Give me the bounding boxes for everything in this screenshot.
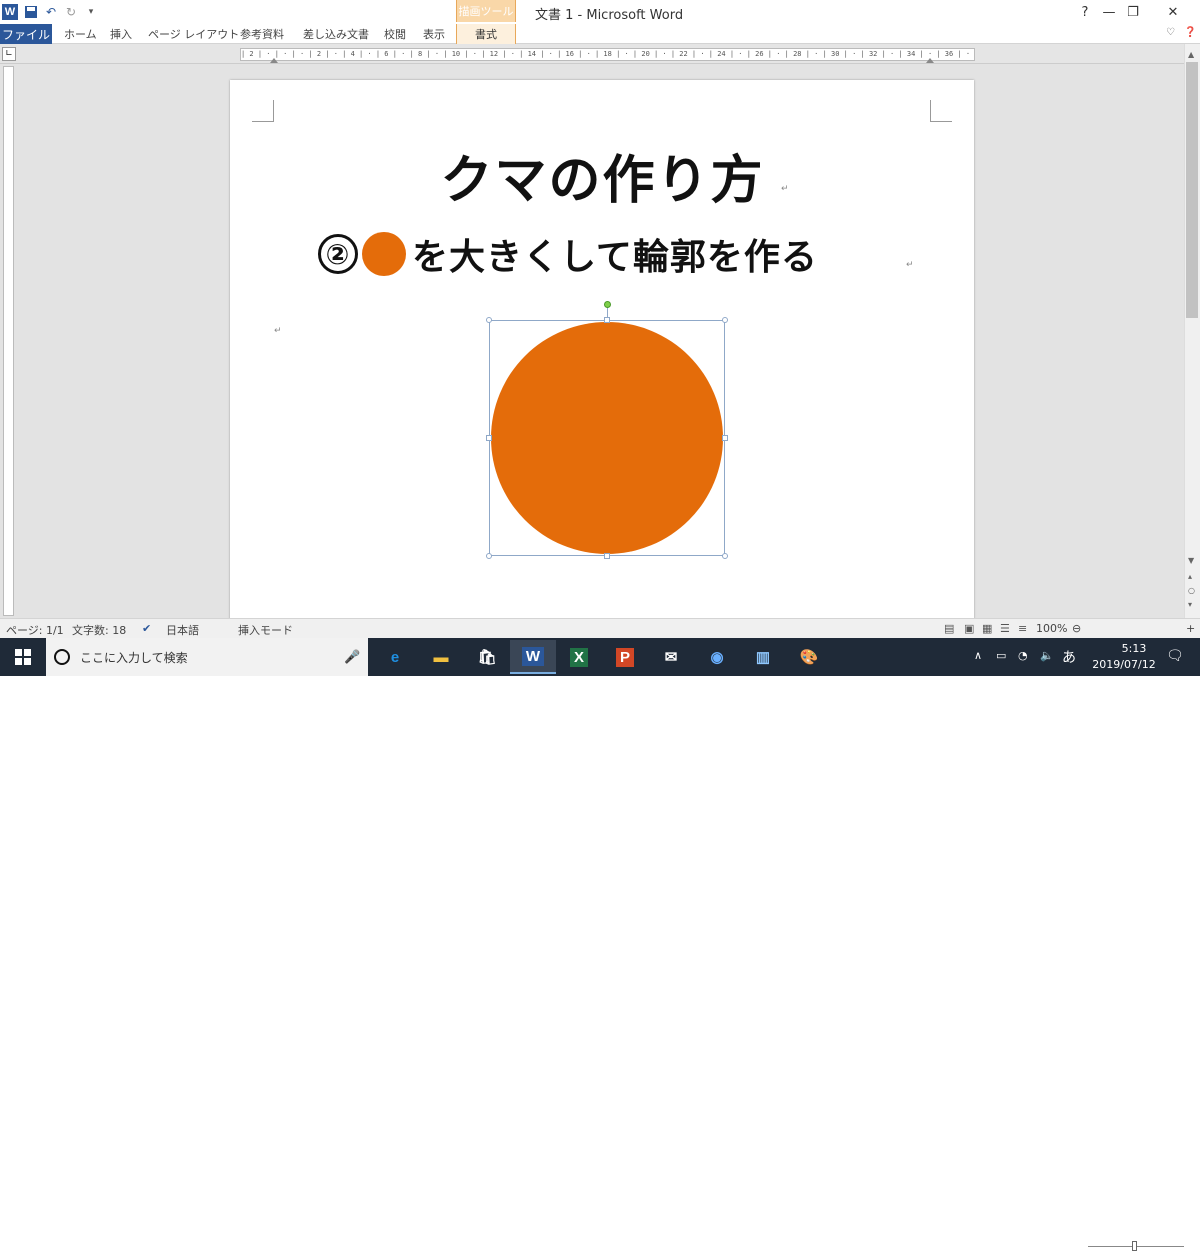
next-page-icon[interactable]: ▾ bbox=[1188, 600, 1192, 609]
zoom-out-button[interactable]: ⊖ bbox=[1072, 622, 1081, 635]
title-bar: W ↶ ↻ ▾ 描画ツール 文書 1 - Microsoft Word ? — … bbox=[0, 0, 1200, 24]
paragraph-mark: ↵ bbox=[906, 260, 914, 270]
resize-handle-left[interactable] bbox=[486, 435, 492, 441]
window-title: 文書 1 - Microsoft Word bbox=[535, 8, 684, 23]
resize-handle-bottom-left[interactable] bbox=[486, 553, 492, 559]
language-indicator[interactable]: 日本語 bbox=[166, 622, 199, 638]
tab-insert[interactable]: 挿入 bbox=[110, 24, 132, 44]
clock-date[interactable]: 2019/07/12 bbox=[1084, 658, 1164, 671]
mail-icon[interactable]: ✉ bbox=[648, 640, 694, 674]
previous-page-icon[interactable]: ▴ bbox=[1188, 572, 1192, 581]
left-indent-marker[interactable] bbox=[270, 58, 278, 63]
zoom-in-button[interactable]: + bbox=[1186, 622, 1195, 635]
ime-indicator[interactable]: あ bbox=[1062, 647, 1076, 667]
subheading-text: を大きくして輪郭を作る bbox=[412, 237, 818, 278]
media-icon[interactable]: ◉ bbox=[694, 640, 740, 674]
margin-corner-top-left bbox=[252, 100, 274, 122]
tab-view[interactable]: 表示 bbox=[423, 24, 445, 44]
outline-view-icon[interactable]: ☰ bbox=[1000, 622, 1010, 635]
web-layout-view-icon[interactable]: ▦ bbox=[982, 622, 992, 635]
customize-toolbar-icon[interactable]: ▾ bbox=[84, 5, 98, 19]
full-screen-view-icon[interactable]: ▣ bbox=[964, 622, 974, 635]
tab-file[interactable]: ファイル bbox=[0, 24, 52, 44]
search-placeholder: ここに入力して検索 bbox=[80, 650, 188, 665]
start-button[interactable] bbox=[0, 638, 46, 676]
circled-number: ② bbox=[318, 234, 358, 274]
windows-logo-icon bbox=[15, 649, 31, 665]
scrollbar-thumb[interactable] bbox=[1186, 62, 1198, 318]
store-icon[interactable]: 🛍 bbox=[464, 640, 510, 674]
rotation-handle[interactable] bbox=[604, 301, 611, 308]
zoom-level[interactable]: 100% bbox=[1036, 622, 1067, 635]
save-icon[interactable] bbox=[24, 5, 38, 19]
microphone-icon[interactable]: 🎤 bbox=[344, 650, 360, 665]
paint-icon[interactable]: 🎨 bbox=[786, 640, 832, 674]
tab-stop-selector[interactable]: ∟ bbox=[2, 47, 16, 61]
word-logo-icon[interactable]: W bbox=[2, 4, 18, 20]
tab-format[interactable]: 書式 bbox=[456, 24, 516, 44]
scroll-down-icon[interactable]: ▼ bbox=[1188, 556, 1194, 565]
resize-handle-top-left[interactable] bbox=[486, 317, 492, 323]
cortana-icon bbox=[54, 649, 70, 665]
resize-handle-bottom[interactable] bbox=[604, 553, 610, 559]
word-icon[interactable]: W bbox=[510, 640, 556, 674]
undo-icon[interactable]: ↶ bbox=[44, 5, 58, 19]
help-circle-icon[interactable]: ❓ bbox=[1184, 27, 1196, 38]
word-count[interactable]: 文字数: 18 bbox=[72, 622, 126, 638]
tab-references[interactable]: 参考資料 bbox=[240, 24, 284, 44]
paragraph-mark: ↵ bbox=[781, 184, 789, 194]
print-layout-view-icon[interactable]: ▤ bbox=[944, 622, 954, 635]
status-bar: ページ: 1/1 文字数: 18 ✔ 日本語 挿入モード ▤ ▣ ▦ ☰ ≡ 1… bbox=[0, 618, 1200, 1251]
system-tray: ∧ ▭ ◔ 🔈 あ 5:13 2019/07/12 🗨 bbox=[968, 638, 1200, 676]
close-button[interactable]: ✕ bbox=[1150, 0, 1196, 24]
resize-handle-top[interactable] bbox=[604, 317, 610, 323]
quick-access-toolbar: W ↶ ↻ ▾ bbox=[2, 2, 98, 22]
tab-review[interactable]: 校閲 bbox=[384, 24, 406, 44]
drawing-tools-context-label: 描画ツール bbox=[456, 0, 516, 22]
orange-circle-shape[interactable] bbox=[491, 322, 723, 554]
tab-mailings[interactable]: 差し込み文書 bbox=[303, 24, 369, 44]
document-page[interactable]: クマの作り方 ↵ ② を大きくして輪郭を作る ↵ ↵ bbox=[230, 80, 974, 620]
notifications-icon[interactable]: 🗨 bbox=[1166, 648, 1184, 664]
clock-time[interactable]: 5:13 bbox=[1104, 642, 1164, 655]
resize-handle-right[interactable] bbox=[722, 435, 728, 441]
right-indent-marker[interactable] bbox=[926, 58, 934, 63]
draft-view-icon[interactable]: ≡ bbox=[1018, 622, 1027, 635]
explorer-icon[interactable]: ▬ bbox=[418, 640, 464, 674]
document-heading[interactable]: クマの作り方 bbox=[430, 138, 775, 213]
tab-page-layout[interactable]: ページ レイアウト bbox=[148, 24, 239, 44]
resize-handle-top-right[interactable] bbox=[722, 317, 728, 323]
resize-handle-bottom-right[interactable] bbox=[722, 553, 728, 559]
show-hidden-icons[interactable]: ∧ bbox=[974, 649, 982, 662]
margin-corner-top-right bbox=[930, 100, 952, 122]
document-subheading[interactable]: ② を大きくして輪郭を作る bbox=[318, 228, 918, 280]
page-indicator[interactable]: ページ: 1/1 bbox=[6, 622, 64, 638]
taskbar-search-box[interactable]: ここに入力して検索 🎤 bbox=[46, 638, 368, 676]
ribbon-expand-icon[interactable]: ♡ bbox=[1166, 27, 1175, 38]
horizontal-ruler[interactable]: | 2 | · | · | · | 2 | · | 4 | · | 6 | · … bbox=[240, 48, 975, 61]
battery-icon[interactable]: ▭ bbox=[996, 649, 1006, 662]
redo-icon[interactable]: ↻ bbox=[64, 5, 78, 19]
files-icon[interactable]: ▥ bbox=[740, 640, 786, 674]
orange-circle-bullet-icon bbox=[362, 232, 406, 276]
insert-mode-indicator[interactable]: 挿入モード bbox=[238, 622, 293, 638]
tab-home[interactable]: ホーム bbox=[64, 24, 97, 44]
scroll-up-icon[interactable]: ▲ bbox=[1188, 50, 1194, 59]
wifi-icon[interactable]: ◔ bbox=[1018, 649, 1028, 662]
vertical-ruler[interactable] bbox=[3, 66, 14, 616]
excel-icon[interactable]: X bbox=[556, 640, 602, 674]
edge-icon[interactable]: e bbox=[372, 640, 418, 674]
volume-icon[interactable]: 🔈 bbox=[1040, 649, 1054, 662]
powerpoint-icon[interactable]: P bbox=[602, 640, 648, 674]
paragraph-mark: ↵ bbox=[274, 326, 282, 336]
zoom-slider-thumb[interactable] bbox=[1132, 1241, 1137, 1251]
browse-object-icon[interactable]: ○ bbox=[1188, 586, 1195, 595]
proofing-icon[interactable]: ✔ bbox=[142, 622, 151, 635]
